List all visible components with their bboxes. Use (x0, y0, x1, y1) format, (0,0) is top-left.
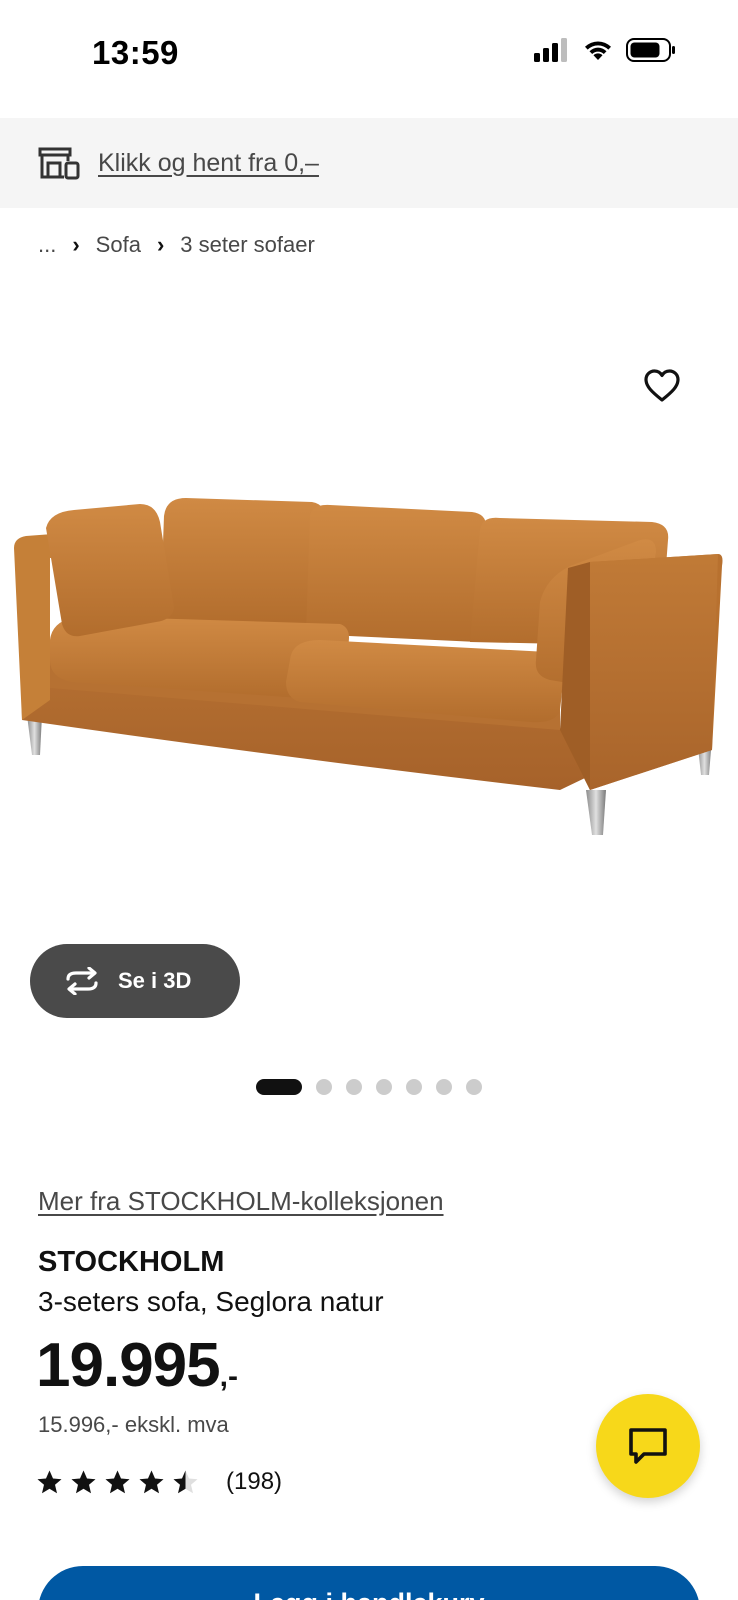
add-to-cart-button[interactable]: Legg i handlekurv (38, 1566, 700, 1600)
view-3d-label: Se i 3D (118, 968, 192, 993)
chevron-right-icon: › (72, 232, 80, 257)
battery-icon (626, 38, 675, 62)
pickup-link[interactable]: Klikk og hent fra 0,– (98, 149, 319, 178)
gallery-dot[interactable] (376, 1079, 392, 1095)
product-description: 3-seters sofa, Seglora natur (38, 1286, 384, 1317)
product-image[interactable] (0, 290, 738, 940)
chevron-right-icon: › (156, 232, 165, 257)
store-pickup-icon (38, 147, 80, 180)
rating[interactable]: (198) (36, 1468, 282, 1496)
collection-link[interactable]: Mer fra STOCKHOLM-kolleksjonen (38, 1186, 444, 1217)
star-icon (173, 1470, 198, 1493)
rotate-3d-icon (66, 967, 98, 995)
gallery-dot[interactable] (436, 1079, 452, 1095)
star-icon (105, 1470, 130, 1493)
gallery-dot[interactable] (406, 1079, 422, 1095)
breadcrumb-item-sofa[interactable]: Sofa (96, 232, 141, 258)
chat-icon (629, 1428, 667, 1464)
breadcrumb: ... › Sofa › 3 seter sofaer (38, 232, 315, 258)
price: 19.995,- (36, 1330, 238, 1401)
star-icon (37, 1470, 62, 1493)
pickup-banner[interactable]: Klikk og hent fra 0,– (0, 118, 738, 208)
breadcrumb-ellipsis[interactable]: ... (38, 232, 56, 258)
favorite-button[interactable] (640, 364, 684, 408)
star-icon (139, 1470, 164, 1493)
price-main: 19.995 (36, 1331, 221, 1400)
gallery-pagination (0, 1078, 738, 1096)
gallery-dot[interactable] (316, 1079, 332, 1095)
price-ex-vat: 15.996,- ekskl. mva (38, 1412, 229, 1437)
breadcrumb-item-3-seter-sofaer[interactable]: 3 seter sofaer (180, 232, 315, 258)
product-name: STOCKHOLM (38, 1246, 225, 1278)
status-icons (534, 38, 676, 62)
price-suffix: ,- (219, 1360, 238, 1393)
star-icon (71, 1470, 96, 1493)
chat-button[interactable] (596, 1394, 700, 1498)
signal-icon (534, 38, 567, 62)
heart-icon (644, 369, 680, 402)
status-time: 13:59 (92, 34, 179, 71)
rating-count: (198) (226, 1468, 283, 1495)
gallery-dot[interactable] (346, 1079, 362, 1095)
gallery-dot[interactable] (256, 1079, 302, 1095)
gallery-dot[interactable] (466, 1079, 482, 1095)
sofa-image (14, 498, 723, 835)
wifi-icon (585, 41, 611, 60)
status-bar: 13:59 (0, 0, 738, 118)
view-3d-button[interactable]: Se i 3D (30, 944, 240, 1018)
